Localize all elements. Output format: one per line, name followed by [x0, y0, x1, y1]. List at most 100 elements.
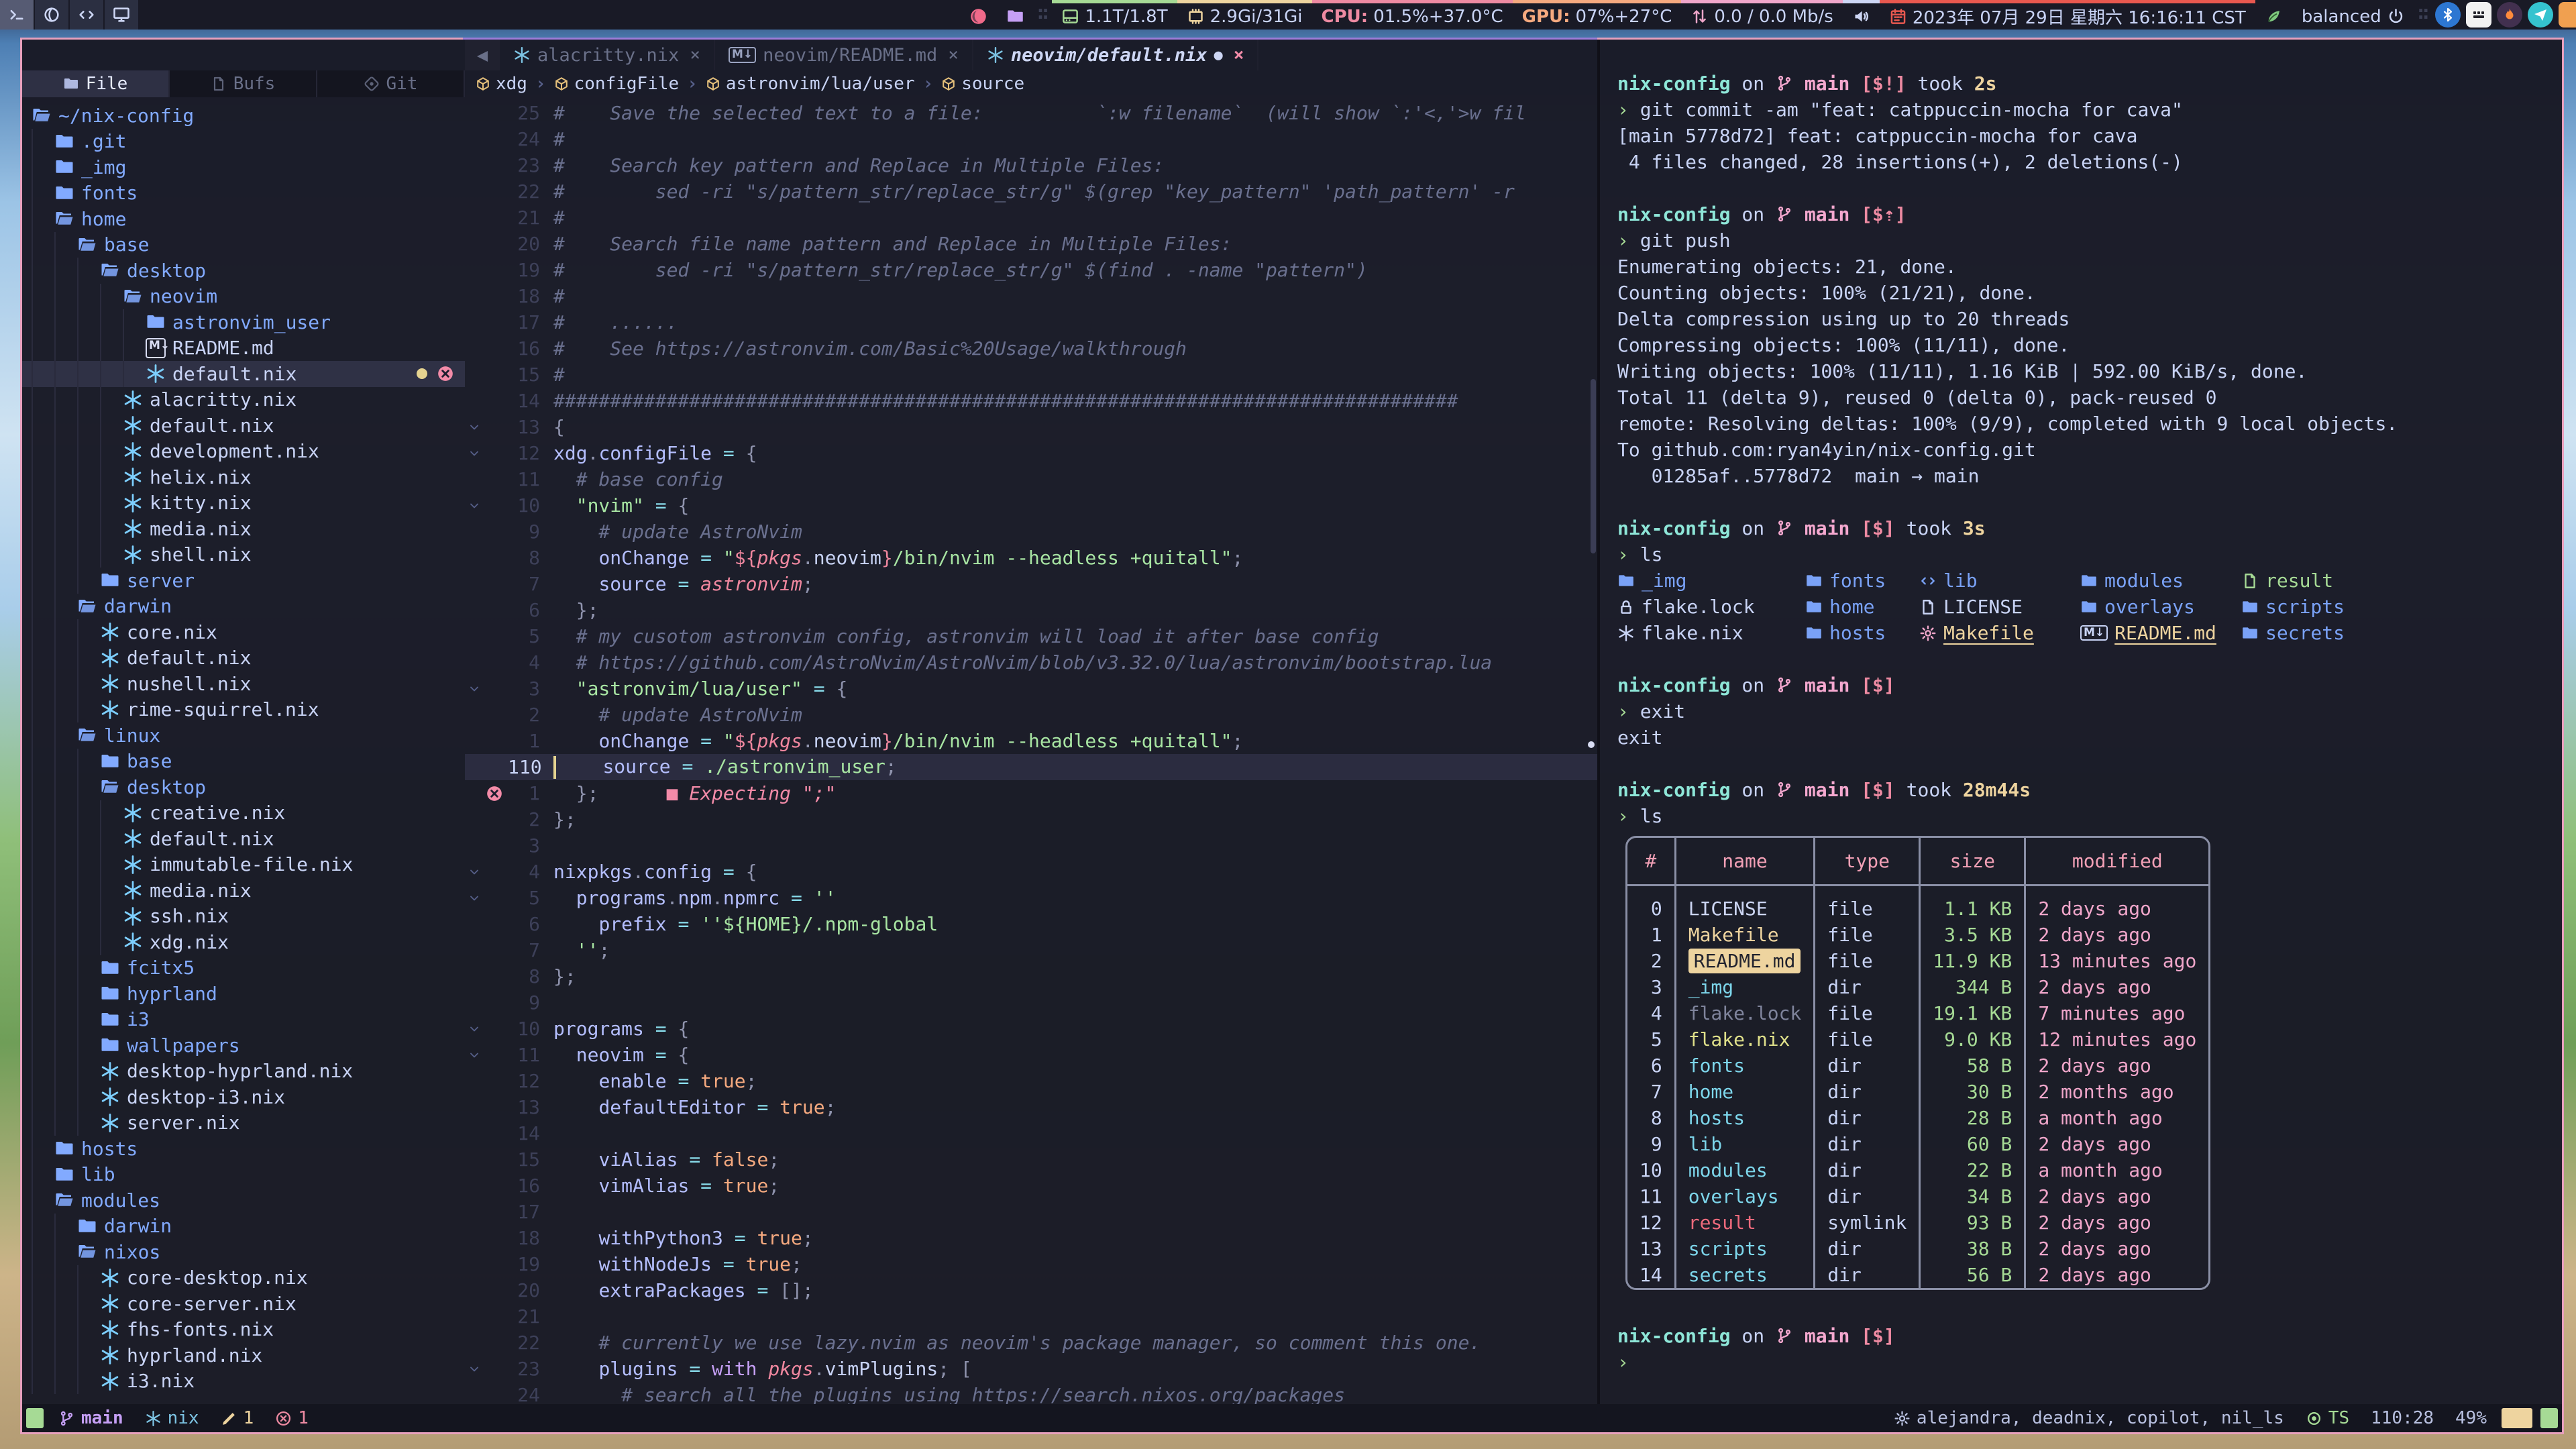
editor-line[interactable]: 13{ [465, 414, 1597, 440]
tree-row[interactable]: server.nix [22, 1110, 465, 1136]
editor-line[interactable]: 19# sed -ri "s/pattern_str/replace_str/g… [465, 257, 1597, 283]
editor-line[interactable]: 21 [465, 1303, 1597, 1330]
tree-row[interactable]: development.nix [22, 439, 465, 465]
editor-line[interactable]: 24# [465, 126, 1597, 152]
tree-row[interactable]: media.nix [22, 877, 465, 904]
tree-row[interactable]: base [22, 232, 465, 258]
editor-line[interactable]: 21# [465, 205, 1597, 231]
editor-line[interactable]: 18# [465, 283, 1597, 309]
editor-line[interactable]: 2 # update AstroNvim [465, 702, 1597, 728]
tree-row[interactable]: desktop [22, 258, 465, 284]
editor-line[interactable]: 1 onChange = "${pkgs.neovim}/bin/nvim --… [465, 728, 1597, 754]
editor-line[interactable]: 11 # base config [465, 466, 1597, 492]
fold-chevron-icon[interactable] [465, 1022, 484, 1036]
editor-line[interactable]: 3 "astronvim/lua/user" = { [465, 676, 1597, 702]
tree-row[interactable]: rime-squirrel.nix [22, 697, 465, 723]
tree-row[interactable]: creative.nix [22, 800, 465, 826]
tree-row[interactable]: _img [22, 154, 465, 180]
chat-icon-tray[interactable] [2528, 2, 2553, 28]
editor-line[interactable]: 20 extraPackages = []; [465, 1277, 1597, 1303]
tree-source-tab-file[interactable]: File [22, 70, 170, 97]
tree-row[interactable]: helix.nix [22, 464, 465, 490]
tree-row[interactable]: nushell.nix [22, 671, 465, 697]
tree-row[interactable]: lib [22, 1162, 465, 1188]
editor-line[interactable]: 7 ''; [465, 937, 1597, 963]
editor-line[interactable]: 6 }; [465, 597, 1597, 623]
tab-scroll-left-button[interactable]: ◀ [465, 40, 500, 70]
editor-line[interactable]: 10programs = { [465, 1016, 1597, 1042]
tree-row[interactable]: fonts [22, 180, 465, 207]
fold-chevron-icon[interactable] [465, 1049, 484, 1062]
buffer-tab[interactable]: M↓neovim/README.md× [715, 40, 973, 70]
editor-line[interactable]: 4nixpkgs.config = { [465, 859, 1597, 885]
workspace-switcher[interactable] [0, 0, 140, 30]
tree-row[interactable]: default.nix [22, 361, 465, 387]
tree-row[interactable]: kitty.nix [22, 490, 465, 517]
editor-scrollbar-thumb[interactable] [1591, 379, 1596, 553]
editor-line[interactable]: 110 source = ./astronvim_user; [465, 754, 1597, 780]
tree-row[interactable]: xdg.nix [22, 929, 465, 955]
tree-row[interactable]: fcitx5 [22, 955, 465, 981]
tree-row[interactable]: ssh.nix [22, 904, 465, 930]
buffer-tab[interactable]: neovim/default.nix●× [973, 40, 1259, 70]
buffer-tabline[interactable]: ◀alacritty.nix×M↓neovim/README.md×neovim… [465, 40, 1597, 70]
editor-line[interactable]: 16 vimAlias = true; [465, 1173, 1597, 1199]
workspace-button[interactable] [70, 0, 105, 30]
breadcrumb-item[interactable]: source [941, 74, 1024, 94]
editor-line[interactable]: 22# sed -ri "s/pattern_str/replace_str/g… [465, 178, 1597, 205]
editor-line[interactable]: 7 source = astronvim; [465, 571, 1597, 597]
flame-icon-tray[interactable] [2497, 2, 2522, 28]
file-tree[interactable]: ~/nix-config.git_imgfontshomebasedesktop… [22, 97, 465, 1404]
tree-row[interactable]: i3.nix [22, 1368, 465, 1395]
breadcrumb-item[interactable]: configFile [554, 74, 680, 94]
tree-source-tab-git[interactable]: Git [317, 70, 465, 97]
editor-line[interactable]: 17# ...... [465, 309, 1597, 335]
workspace-button[interactable] [105, 0, 140, 30]
close-icon[interactable]: × [690, 45, 700, 65]
buffer-tab[interactable]: alacritty.nix× [500, 40, 715, 70]
editor-line[interactable]: 25# Save the selected text to a file: `:… [465, 100, 1597, 126]
editor-line[interactable]: 2}; [465, 806, 1597, 833]
tree-row[interactable]: base [22, 749, 465, 775]
editor-line[interactable]: 8 onChange = "${pkgs.neovim}/bin/nvim --… [465, 545, 1597, 571]
workspace-button[interactable] [0, 0, 35, 30]
fold-chevron-icon[interactable] [465, 447, 484, 460]
editor-line[interactable]: 13 defaultEditor = true; [465, 1094, 1597, 1120]
editor-line[interactable]: 5 # my cusotom astronvim config, astronv… [465, 623, 1597, 649]
tree-row[interactable]: ~/nix-config [22, 103, 465, 129]
keyboard-icon-tray[interactable] [2466, 2, 2491, 28]
tree-row[interactable]: M↓README.md [22, 335, 465, 362]
tree-row[interactable]: default.nix [22, 826, 465, 852]
tray-icon-partial[interactable] [2559, 2, 2576, 28]
terminal-pane[interactable]: nix-config on main [$!] took 2s› git com… [1600, 40, 2562, 1404]
fold-chevron-icon[interactable] [465, 682, 484, 696]
tree-row[interactable]: wallpapers [22, 1032, 465, 1059]
close-icon[interactable]: × [948, 45, 959, 65]
close-icon[interactable]: × [1234, 45, 1244, 65]
tree-row[interactable]: neovim [22, 284, 465, 310]
tree-row[interactable]: default.nix [22, 645, 465, 672]
tree-source-tab-bufs[interactable]: Bufs [170, 70, 317, 97]
bluetooth-icon-tray[interactable] [2435, 2, 2461, 28]
tree-row[interactable]: desktop-hyprland.nix [22, 1059, 465, 1085]
editor-line[interactable]: 1 }; ■ Expecting ";" [465, 780, 1597, 806]
tree-row[interactable]: nixos [22, 1239, 465, 1265]
code-editor[interactable]: 25# Save the selected text to a file: `:… [465, 97, 1597, 1404]
neotree-source-tabs[interactable]: FileBufsGit [22, 70, 465, 97]
tree-row[interactable]: desktop-i3.nix [22, 1084, 465, 1110]
editor-line[interactable]: 16# See https://astronvim.com/Basic%20Us… [465, 335, 1597, 362]
editor-line[interactable]: 14 [465, 1120, 1597, 1146]
fold-chevron-icon[interactable] [465, 892, 484, 905]
tree-row[interactable]: immutable-file.nix [22, 852, 465, 878]
tree-row[interactable]: darwin [22, 594, 465, 620]
tree-row[interactable]: core-desktop.nix [22, 1265, 465, 1291]
tree-row[interactable]: core-server.nix [22, 1291, 465, 1317]
breadcrumb-item[interactable]: astronvim/lua/user [706, 74, 915, 94]
tree-row[interactable]: desktop [22, 774, 465, 800]
tree-row[interactable]: shell.nix [22, 542, 465, 568]
tree-row[interactable]: astronvim_user [22, 309, 465, 335]
editor-line[interactable]: 14######################################… [465, 388, 1597, 414]
editor-line[interactable]: 18 withPython3 = true; [465, 1225, 1597, 1251]
editor-line[interactable]: 10 "nvim" = { [465, 492, 1597, 519]
tree-row[interactable]: hyprland.nix [22, 1342, 465, 1368]
